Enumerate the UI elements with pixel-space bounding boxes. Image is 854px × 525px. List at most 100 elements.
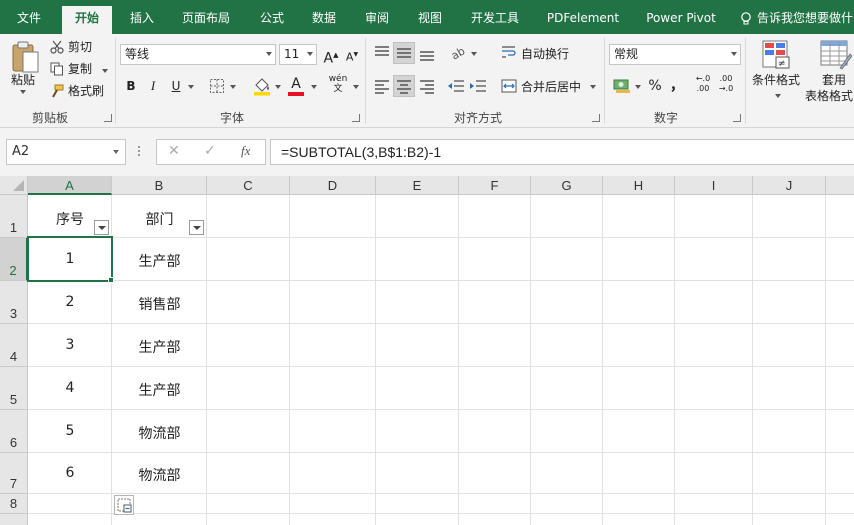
column-header-f[interactable]: F xyxy=(459,176,531,195)
cell-a5[interactable]: 4 xyxy=(28,380,112,396)
column-header-c[interactable]: C xyxy=(207,176,290,195)
number-format-combo[interactable]: 常规 xyxy=(609,44,741,65)
percent-style-button[interactable]: % xyxy=(645,76,665,96)
font-size-combo[interactable]: 11 xyxy=(279,44,317,65)
format-as-table-label-2[interactable]: 表格格式 xyxy=(805,88,853,104)
paste-dropdown-icon[interactable] xyxy=(20,90,26,94)
tab-view[interactable]: 视图 xyxy=(410,7,450,34)
column-header-d[interactable]: D xyxy=(290,176,376,195)
format-as-table-label-1[interactable]: 套用 xyxy=(822,72,846,88)
cell-b6[interactable]: 物流部 xyxy=(112,423,207,443)
comma-style-button[interactable]: ， xyxy=(667,76,687,96)
phonetic-guide-button[interactable]: wén 文 xyxy=(328,74,348,94)
font-color-dropdown-icon[interactable] xyxy=(311,85,317,89)
conditional-formatting-button[interactable]: 条件格式 xyxy=(752,72,800,88)
tab-insert[interactable]: 插入 xyxy=(122,7,162,34)
borders-icon[interactable] xyxy=(209,78,225,94)
phonetic-dropdown-icon[interactable] xyxy=(353,85,359,89)
column-header-e[interactable]: E xyxy=(376,176,459,195)
tab-power-pivot[interactable]: Power Pivot xyxy=(638,7,724,34)
format-as-table-icon[interactable] xyxy=(820,40,852,70)
tab-file[interactable]: 文件 xyxy=(8,7,50,34)
cancel-icon[interactable]: ✕ xyxy=(168,143,180,159)
cell-a4[interactable]: 3 xyxy=(28,337,112,353)
row-header-9[interactable] xyxy=(0,514,28,525)
italic-button[interactable]: I xyxy=(143,76,163,96)
column-header-i[interactable]: I xyxy=(675,176,753,195)
cut-button[interactable]: 剪切 xyxy=(68,39,92,55)
cell-a6[interactable]: 5 xyxy=(28,423,112,439)
font-color-button[interactable]: A xyxy=(286,74,306,94)
shrink-font-button[interactable]: A▼ xyxy=(342,45,362,65)
cell-b7[interactable]: 物流部 xyxy=(112,465,207,485)
row-header-4[interactable]: 4 xyxy=(0,324,28,367)
tell-me-box[interactable]: 告诉我您想要做什 xyxy=(757,7,853,29)
formula-bar-grip[interactable] xyxy=(138,146,140,158)
align-right-icon[interactable] xyxy=(418,78,436,94)
row-header-6[interactable]: 6 xyxy=(0,410,28,453)
copy-dropdown-icon[interactable] xyxy=(102,69,108,73)
conditional-formatting-icon[interactable]: ≠ xyxy=(762,40,792,70)
wrap-text-button[interactable]: 自动换行 xyxy=(521,46,569,62)
name-box[interactable]: A2 xyxy=(6,139,126,165)
align-middle-button[interactable] xyxy=(393,42,415,64)
align-center-button[interactable] xyxy=(393,75,415,97)
cell-b2[interactable]: 生产部 xyxy=(112,251,207,271)
cell-b3[interactable]: 销售部 xyxy=(112,294,207,314)
tab-review[interactable]: 审阅 xyxy=(357,7,397,34)
row-header-2[interactable]: 2 xyxy=(0,238,28,281)
grow-font-button[interactable]: A▲ xyxy=(321,45,341,67)
cell-a3[interactable]: 2 xyxy=(28,294,112,310)
format-painter-button[interactable]: 格式刷 xyxy=(68,83,104,99)
formula-input[interactable]: =SUBTOTAL(3,B$1:B2)-1 xyxy=(270,139,854,165)
decrease-indent-icon[interactable] xyxy=(447,78,465,94)
font-launcher-icon[interactable] xyxy=(352,114,360,122)
increase-indent-icon[interactable] xyxy=(469,78,487,94)
tab-data[interactable]: 数据 xyxy=(304,7,344,34)
column-header-a[interactable]: A xyxy=(28,176,112,195)
merge-center-dropdown-icon[interactable] xyxy=(590,85,596,89)
align-top-icon[interactable] xyxy=(373,44,391,60)
filter-dropdown-a-icon[interactable] xyxy=(94,220,109,235)
enter-icon[interactable]: ✓ xyxy=(204,143,216,159)
underline-button[interactable]: U xyxy=(166,76,186,96)
column-header-k[interactable] xyxy=(826,176,854,195)
row-header-7[interactable]: 7 xyxy=(0,453,28,494)
column-header-h[interactable]: H xyxy=(603,176,675,195)
borders-dropdown-icon[interactable] xyxy=(230,85,236,89)
clipboard-launcher-icon[interactable] xyxy=(104,114,112,122)
select-all-button[interactable] xyxy=(0,176,28,195)
worksheet-grid[interactable]: A B C D E F G H I J 1 2 3 4 5 6 7 8 序号 部… xyxy=(0,176,854,525)
tab-home[interactable]: 开始 xyxy=(62,6,112,34)
insert-function-icon[interactable]: fx xyxy=(241,143,250,159)
tab-pdfelement[interactable]: PDFelement xyxy=(541,7,625,34)
underline-dropdown-icon[interactable] xyxy=(188,85,194,89)
accounting-dropdown-icon[interactable] xyxy=(635,85,641,89)
orientation-dropdown-icon[interactable] xyxy=(471,52,477,56)
row-header-5[interactable]: 5 xyxy=(0,367,28,410)
align-bottom-icon[interactable] xyxy=(418,46,436,62)
paste-icon[interactable] xyxy=(11,40,41,76)
fill-handle[interactable] xyxy=(108,277,114,283)
column-header-g[interactable]: G xyxy=(531,176,603,195)
orientation-icon[interactable]: ab xyxy=(449,44,467,62)
column-header-j[interactable]: J xyxy=(753,176,826,195)
column-header-b[interactable]: B xyxy=(112,176,207,195)
increase-decimal-button[interactable]: ←.0.00 xyxy=(693,74,713,94)
cell-b4[interactable]: 生产部 xyxy=(112,337,207,357)
row-header-8[interactable]: 8 xyxy=(0,494,28,514)
bold-button[interactable]: B xyxy=(121,76,141,96)
decrease-decimal-button[interactable]: .00 →.0 xyxy=(716,74,736,94)
row-header-3[interactable]: 3 xyxy=(0,281,28,324)
tab-formulas[interactable]: 公式 xyxy=(252,7,292,34)
filter-dropdown-b-icon[interactable] xyxy=(189,220,204,235)
tab-page-layout[interactable]: 页面布局 xyxy=(174,7,238,34)
fill-color-icon[interactable] xyxy=(253,76,271,96)
conditional-formatting-dropdown-icon[interactable] xyxy=(775,94,781,98)
cell-b5[interactable]: 生产部 xyxy=(112,380,207,400)
row-header-1[interactable]: 1 xyxy=(0,195,28,238)
number-launcher-icon[interactable] xyxy=(733,114,741,122)
alignment-launcher-icon[interactable] xyxy=(592,114,600,122)
tab-developer[interactable]: 开发工具 xyxy=(463,7,527,34)
cell-a7[interactable]: 6 xyxy=(28,465,112,481)
